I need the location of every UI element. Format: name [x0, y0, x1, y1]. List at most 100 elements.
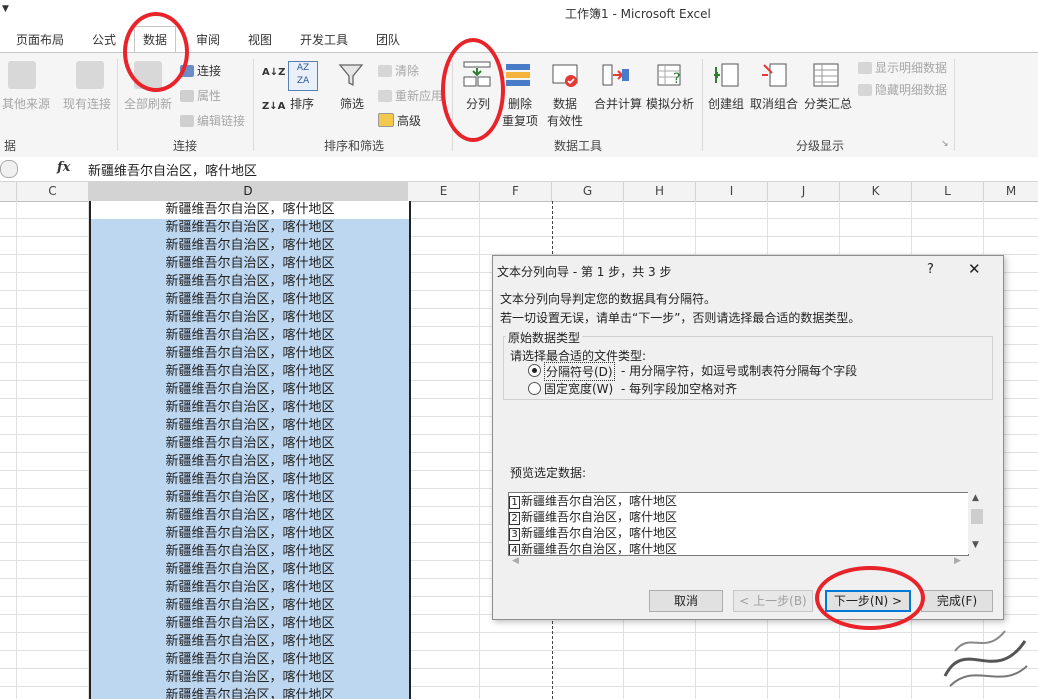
filter-button[interactable]: 筛选 — [334, 95, 370, 112]
scroll-thumb[interactable] — [971, 509, 983, 524]
tab-developer[interactable]: 开发工具 — [300, 31, 348, 48]
cell-d[interactable]: 新疆维吾尔自治区，喀什地区 — [91, 363, 409, 381]
group-button[interactable]: 创建组 — [706, 95, 746, 112]
scroll-up-icon[interactable]: ▲ — [972, 493, 979, 503]
cell-d[interactable]: 新疆维吾尔自治区，喀什地区 — [91, 273, 409, 291]
tab-team[interactable]: 团队 — [376, 31, 400, 48]
tab-review[interactable]: 审阅 — [196, 31, 220, 48]
radio-fixed-width[interactable] — [528, 382, 541, 395]
column-header-f[interactable]: F — [480, 182, 552, 201]
data-validation-button[interactable]: 数据 有效性 — [542, 95, 588, 129]
close-icon[interactable]: ✕ — [968, 260, 981, 278]
cell-d[interactable]: 新疆维吾尔自治区，喀什地区 — [91, 561, 409, 579]
group-label-outline: 分级显示 — [795, 139, 844, 153]
radio-delimited[interactable] — [528, 364, 541, 377]
cell-d[interactable]: 新疆维吾尔自治区，喀什地区 — [91, 237, 409, 255]
selected-column-d[interactable]: 新疆维吾尔自治区，喀什地区 新疆维吾尔自治区，喀什地区 新疆维吾尔自治区，喀什地区新… — [89, 201, 411, 699]
preview-box[interactable]: 1 新疆维吾尔自治区，喀什地区 2 新疆维吾尔自治区，喀什地区 3 新疆维吾尔自治区，… — [508, 492, 969, 556]
show-detail-icon — [858, 62, 872, 74]
cell-d[interactable]: 新疆维吾尔自治区，喀什地区 — [91, 417, 409, 435]
annotation-circle-data-tab — [123, 12, 189, 92]
tab-view[interactable]: 视图 — [248, 31, 272, 48]
cell-d[interactable]: 新疆维吾尔自治区，喀什地区 — [91, 651, 409, 669]
scroll-right-icon[interactable]: ▶ — [954, 556, 961, 566]
preview-line: 4 新疆维吾尔自治区，喀什地区 — [509, 541, 968, 555]
show-detail-button[interactable]: 显示明细数据 — [858, 59, 947, 76]
what-if-analysis-button[interactable]: 模拟分析 — [644, 95, 696, 112]
cell-d[interactable]: 新疆维吾尔自治区，喀什地区 — [91, 507, 409, 525]
column-header-l[interactable]: L — [912, 182, 984, 201]
sort-descending-button[interactable]: Z↓A — [262, 101, 285, 112]
column-header-c[interactable]: C — [17, 182, 89, 201]
delimited-label[interactable]: 分隔符号(D) — [544, 362, 615, 381]
cell-d[interactable]: 新疆维吾尔自治区，喀什地区 — [91, 687, 409, 699]
name-box[interactable] — [0, 160, 18, 178]
clear-button[interactable]: 清除 — [378, 62, 419, 79]
cell-d[interactable]: 新疆维吾尔自治区，喀什地区 — [91, 633, 409, 651]
cell-d[interactable]: 新疆维吾尔自治区，喀什地区 — [91, 471, 409, 489]
tab-page-layout[interactable]: 页面布局 — [16, 31, 64, 48]
hide-detail-button[interactable]: 隐藏明细数据 — [858, 81, 947, 98]
other-sources-button[interactable]: 其他来源 — [0, 95, 52, 112]
tab-formulas[interactable]: 公式 — [92, 31, 116, 48]
column-header-g[interactable]: G — [552, 182, 624, 201]
advanced-filter-button[interactable]: 高级 — [378, 112, 421, 129]
cell-d[interactable]: 新疆维吾尔自治区，喀什地区 — [91, 201, 409, 219]
finish-button[interactable]: 完成(F) — [921, 590, 993, 612]
remove-duplicates-button[interactable]: 删除 重复项 — [500, 95, 540, 129]
preview-vertical-scrollbar[interactable]: ▲ ▼ — [968, 492, 985, 554]
subtotal-button[interactable]: 分类汇总 — [802, 95, 854, 112]
scroll-down-icon[interactable]: ▼ — [972, 540, 979, 550]
ungroup-button[interactable]: 取消组合 — [748, 95, 800, 112]
scroll-left-icon[interactable]: ◀ — [512, 556, 519, 566]
sort-button[interactable]: 排序 — [284, 95, 320, 112]
insert-function-icon[interactable]: fx — [57, 160, 70, 175]
cell-d[interactable]: 新疆维吾尔自治区，喀什地区 — [91, 291, 409, 309]
cell-d[interactable]: 新疆维吾尔自治区，喀什地区 — [91, 309, 409, 327]
column-header-d[interactable]: D — [89, 182, 408, 203]
consolidate-button[interactable]: 合并计算 — [592, 95, 644, 112]
edit-links-button[interactable]: 编辑链接 — [180, 112, 245, 129]
cell-d[interactable]: 新疆维吾尔自治区，喀什地区 — [91, 543, 409, 561]
preview-horizontal-scrollbar[interactable]: ◀ ▶ — [508, 556, 967, 570]
cell-d[interactable]: 新疆维吾尔自治区，喀什地区 — [91, 255, 409, 273]
properties-button[interactable]: 属性 — [180, 87, 221, 104]
cell-d[interactable]: 新疆维吾尔自治区，喀什地区 — [91, 597, 409, 615]
quick-access-dropdown-icon[interactable]: ▼ — [2, 4, 9, 14]
dialog-launcher-icon[interactable]: ↘ — [941, 139, 949, 149]
preview-line: 2 新疆维吾尔自治区，喀什地区 — [509, 509, 968, 525]
preview-label: 预览选定数据: — [510, 466, 587, 480]
fixed-width-label[interactable]: 固定宽度(W) — [544, 380, 613, 397]
help-icon[interactable]: ? — [927, 262, 934, 277]
existing-connections-button[interactable]: 现有连接 — [60, 95, 114, 112]
cell-d[interactable]: 新疆维吾尔自治区，喀什地区 — [91, 615, 409, 633]
delimited-desc: - 用分隔字符，如逗号或制表符分隔每个字段 — [621, 364, 858, 378]
group-label-connections: 连接 — [172, 139, 197, 153]
cell-d[interactable]: 新疆维吾尔自治区，喀什地区 — [91, 435, 409, 453]
filter-icon — [337, 61, 365, 89]
column-header-i[interactable]: I — [696, 182, 768, 201]
formula-input[interactable]: 新疆维吾尔自治区，喀什地区 — [88, 160, 257, 179]
column-header-e[interactable]: E — [408, 182, 480, 201]
cell-d[interactable]: 新疆维吾尔自治区，喀什地区 — [91, 453, 409, 471]
cell-d[interactable]: 新疆维吾尔自治区，喀什地区 — [91, 489, 409, 507]
cell-d[interactable]: 新疆维吾尔自治区，喀什地区 — [91, 669, 409, 687]
column-header-m[interactable]: M — [984, 182, 1038, 201]
cell-d[interactable]: 新疆维吾尔自治区，喀什地区 — [91, 399, 409, 417]
refresh-all-button[interactable]: 全部刷新 — [120, 95, 176, 112]
column-header-j[interactable]: J — [768, 182, 840, 201]
back-button[interactable]: < 上一步(B) — [733, 590, 813, 612]
cancel-button[interactable]: 取消 — [649, 590, 723, 612]
sort-icon: AZ ZA — [288, 61, 318, 91]
cell-d[interactable]: 新疆维吾尔自治区，喀什地区 — [91, 525, 409, 543]
cell-d[interactable]: 新疆维吾尔自治区，喀什地区 — [91, 381, 409, 399]
group-label-data-tools: 数据工具 — [553, 139, 602, 153]
cell-d[interactable]: 新疆维吾尔自治区，喀什地区 — [91, 327, 409, 345]
cell-d[interactable]: 新疆维吾尔自治区，喀什地区 — [91, 345, 409, 363]
sort-ascending-button[interactable]: A↓Z — [262, 67, 285, 78]
reapply-button[interactable]: 重新应用 — [378, 87, 443, 104]
column-header-h[interactable]: H — [624, 182, 696, 201]
cell-d[interactable]: 新疆维吾尔自治区，喀什地区 — [91, 219, 409, 237]
column-header-k[interactable]: K — [840, 182, 912, 201]
cell-d[interactable]: 新疆维吾尔自治区，喀什地区 — [91, 579, 409, 597]
